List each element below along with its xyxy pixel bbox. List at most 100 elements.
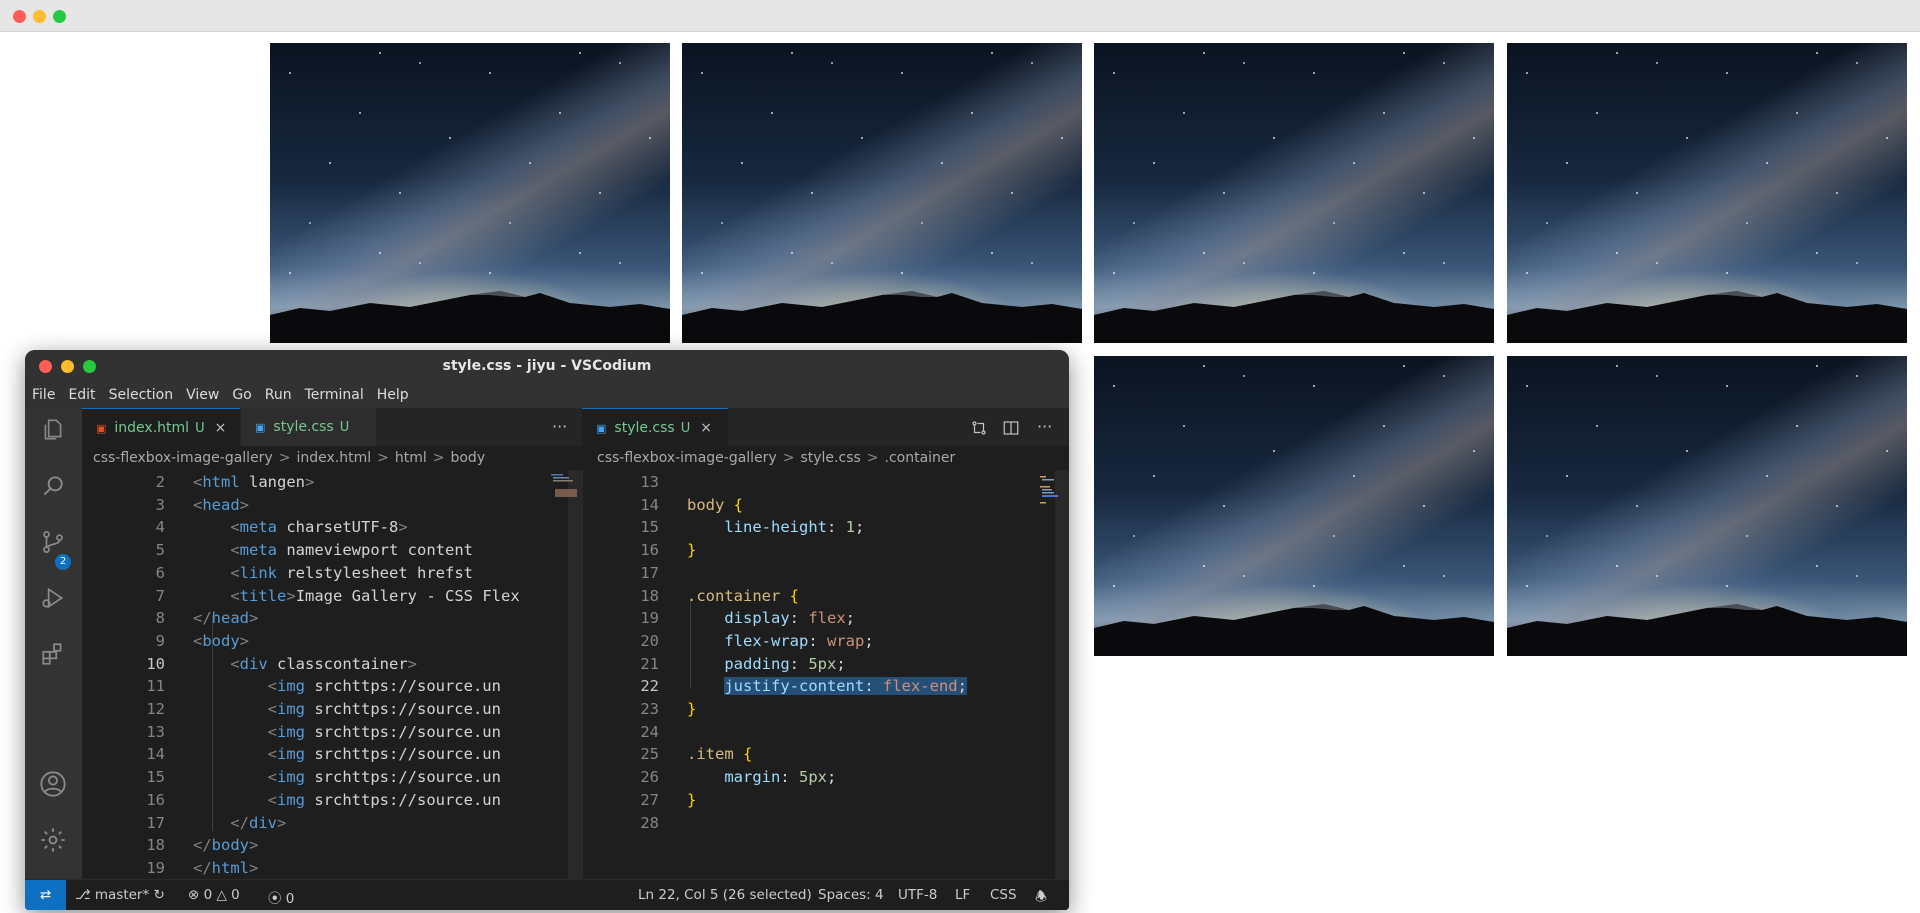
- breadcrumb-left: css-flexbox-image-gallery > index.html > htm…: [93, 450, 486, 466]
- code-line: 15 <img srchttps://source.un: [82, 766, 582, 789]
- line-number: 19: [640, 609, 659, 628]
- open-changes-icon[interactable]: [970, 419, 988, 441]
- css-file-icon: ▣: [596, 422, 607, 435]
- tab-index-html[interactable]: ▣ index.html U ×: [82, 408, 240, 446]
- line-number: 17: [146, 813, 165, 832]
- indentation[interactable]: Spaces: 4: [818, 887, 884, 903]
- notifications-bell-icon[interactable]: 🕭: [1035, 887, 1047, 910]
- menu-help[interactable]: Help: [370, 382, 415, 403]
- breadcrumb-item[interactable]: css-flexbox-image-gallery: [93, 450, 273, 466]
- search-icon[interactable]: [39, 472, 67, 500]
- remote-indicator-icon[interactable]: ⇄: [25, 880, 66, 910]
- line-number: 26: [640, 768, 659, 787]
- tab-style-css-left[interactable]: ▣ style.css U: [241, 408, 376, 446]
- warning-count: 0: [231, 887, 240, 903]
- menu-file[interactable]: File: [25, 382, 61, 403]
- code-line: 7 <title>Image Gallery - CSS Flex: [82, 585, 582, 608]
- gallery-image: [682, 43, 1082, 343]
- line-number: 4: [155, 518, 165, 537]
- code-text: </html>: [193, 858, 259, 877]
- code-text: <body>: [193, 631, 250, 650]
- encoding[interactable]: UTF-8: [898, 887, 937, 903]
- minimize-window-button[interactable]: [33, 10, 46, 23]
- code-text: <img srchttps://source.un: [267, 745, 501, 764]
- line-number: 5: [155, 541, 165, 560]
- editor-right-css[interactable]: 13 14 body {15 line-height: 1; 16} 17 18 .cont…: [582, 470, 1069, 880]
- branch-indicator[interactable]: ⎇ master* ↻: [75, 887, 165, 903]
- untracked-badge: U: [680, 421, 691, 436]
- code-text: <img srchttps://source.un: [267, 768, 501, 787]
- code-line: 24: [583, 721, 1069, 744]
- right-tab-bar: ▣ style.css U × ···: [582, 408, 1069, 446]
- settings-gear-icon[interactable]: [39, 826, 67, 854]
- code-text: </div>: [230, 813, 287, 832]
- breadcrumb-item[interactable]: .container: [885, 450, 956, 466]
- cursor-position[interactable]: Ln 22, Col 5 (26 selected): [638, 887, 812, 903]
- tab-style-css-right[interactable]: ▣ style.css U ×: [582, 408, 728, 446]
- editor-left-html[interactable]: 2 <html langen> 3 <head> 4 <meta charsetUTF-…: [82, 470, 582, 880]
- breadcrumb-item[interactable]: style.css: [800, 450, 860, 466]
- account-icon[interactable]: [39, 770, 67, 798]
- status-bar: ⇄ ⎇ master* ↻ ⊗ 0 △ 0 ⦿ 0 Ln 22, Col 5 (…: [25, 879, 1069, 910]
- code-line: 19 display: flex;: [583, 607, 1069, 630]
- code-line: 25 .item {: [583, 743, 1069, 766]
- code-text: padding: 5px;: [724, 654, 846, 673]
- branch-name: master*: [94, 887, 150, 903]
- sync-icon[interactable]: ↻: [154, 887, 165, 903]
- code-line: 8 </head>: [82, 607, 582, 630]
- ports-indicator[interactable]: ⦿ 0: [268, 887, 294, 907]
- code-line: 26 margin: 5px;: [583, 766, 1069, 789]
- line-number: 8: [155, 609, 165, 628]
- vscodium-title-bar: style.css - jiyu - VSCodium: [25, 350, 1069, 382]
- line-number: 18: [146, 836, 165, 855]
- explorer-icon[interactable]: [39, 416, 67, 444]
- untracked-badge: U: [339, 420, 350, 435]
- line-number: 21: [640, 654, 659, 673]
- menu-terminal[interactable]: Terminal: [298, 382, 370, 403]
- menu-run[interactable]: Run: [258, 382, 298, 403]
- language-mode[interactable]: CSS: [990, 887, 1017, 903]
- code-text: <head>: [193, 495, 250, 514]
- code-text: }: [687, 700, 697, 718]
- breadcrumb-item[interactable]: body: [450, 450, 485, 466]
- line-number: 27: [640, 790, 659, 809]
- breadcrumb-item[interactable]: index.html: [296, 450, 371, 466]
- close-tab-icon[interactable]: ×: [700, 420, 712, 436]
- line-number: 7: [155, 586, 165, 605]
- code-text: }: [687, 790, 697, 809]
- line-number: 3: [155, 495, 165, 514]
- window-title: style.css - jiyu - VSCodium: [442, 358, 652, 374]
- menu-view[interactable]: View: [179, 382, 225, 403]
- activity-bar: 2: [25, 408, 82, 880]
- problems-indicator[interactable]: ⊗ 0 △ 0: [188, 887, 240, 903]
- maximize-window-button[interactable]: [53, 10, 66, 23]
- run-debug-icon[interactable]: [39, 584, 67, 612]
- breadcrumb-item[interactable]: css-flexbox-image-gallery: [597, 450, 777, 466]
- code-line: 12 <img srchttps://source.un: [82, 698, 582, 721]
- menu-go[interactable]: Go: [225, 382, 257, 403]
- gallery-image: [1094, 43, 1494, 343]
- code-text: </head>: [193, 609, 259, 628]
- close-window-button[interactable]: [13, 10, 26, 23]
- breadcrumb-item[interactable]: html: [395, 450, 427, 466]
- code-line: 22 justify-content: flex-end;: [583, 675, 1069, 698]
- line-number: 15: [146, 768, 165, 787]
- code-text: <meta nameviewport content: [230, 541, 473, 560]
- split-editor-icon[interactable]: [1002, 419, 1020, 441]
- menu-selection[interactable]: Selection: [102, 382, 180, 403]
- code-text: justify-content: flex-end;: [724, 677, 967, 696]
- source-control-icon[interactable]: [39, 528, 67, 556]
- more-actions-icon[interactable]: ···: [1037, 408, 1052, 446]
- code-text: .container {: [687, 586, 800, 605]
- code-line: 23}: [583, 698, 1069, 721]
- untracked-badge: U: [195, 421, 205, 436]
- close-tab-icon[interactable]: ×: [215, 420, 227, 436]
- extensions-icon[interactable]: [39, 640, 67, 668]
- code-line: 21 padding: 5px;: [583, 653, 1069, 676]
- end-of-line[interactable]: LF: [955, 887, 970, 903]
- more-actions-icon[interactable]: ···: [552, 408, 567, 446]
- line-number: 13: [640, 473, 659, 491]
- error-count: 0: [203, 887, 213, 903]
- menu-edit[interactable]: Edit: [61, 382, 101, 403]
- code-line: 9 <body>: [82, 630, 582, 653]
